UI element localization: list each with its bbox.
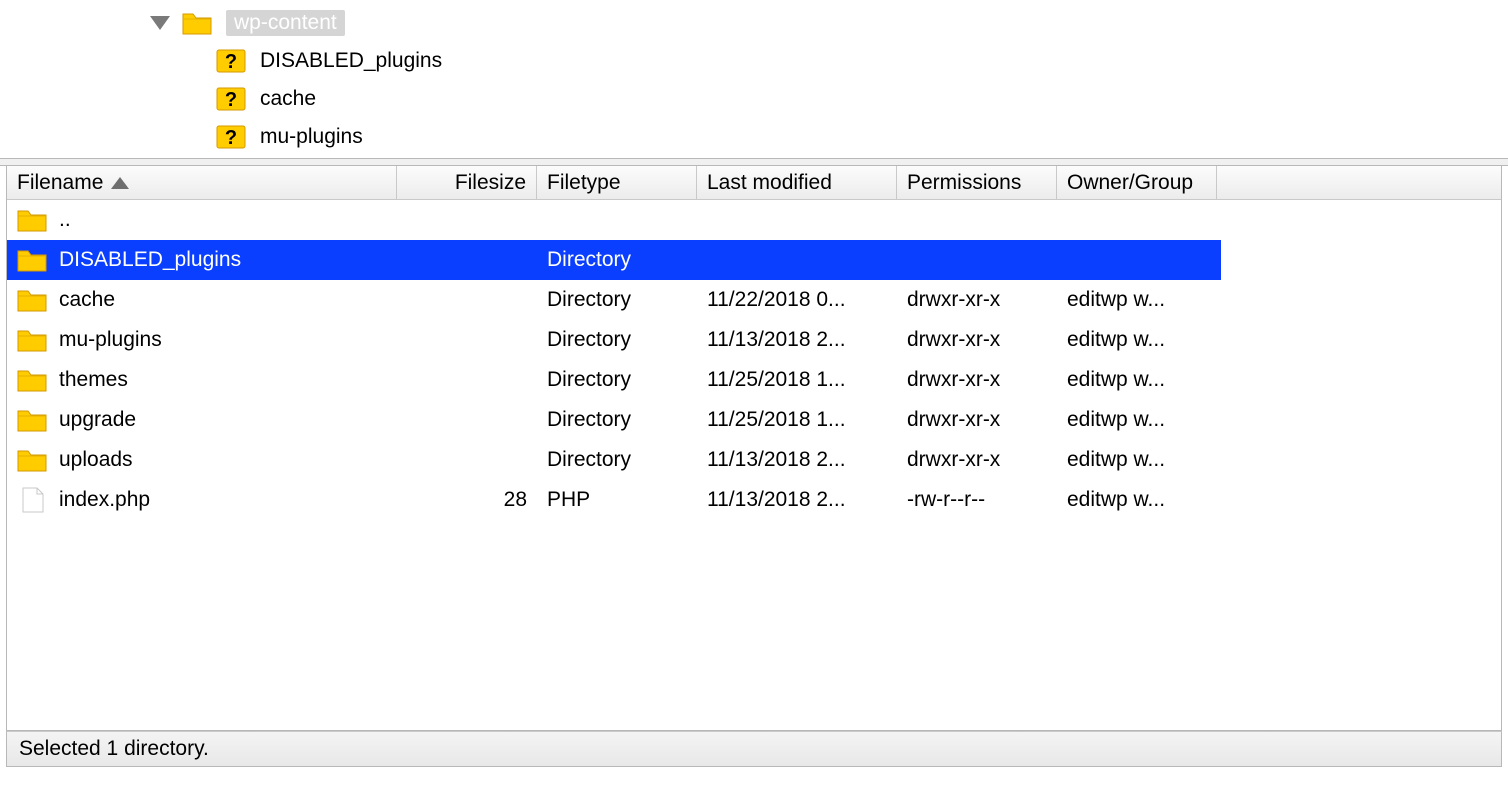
file-row[interactable]: mu-plugins Directory 11/13/2018 2... drwxr-… <box>7 320 1221 360</box>
file-type: Directory <box>547 248 631 272</box>
file-date: 11/13/2018 2... <box>707 448 846 472</box>
status-bar: Selected 1 directory. <box>6 731 1502 767</box>
svg-text:?: ? <box>225 51 237 73</box>
file-permissions: drwxr-xr-x <box>907 288 1000 312</box>
column-header-filesize[interactable]: Filesize <box>397 166 537 199</box>
column-header-filename[interactable]: Filename <box>7 166 397 199</box>
status-text: Selected 1 directory. <box>19 737 209 761</box>
sort-ascending-icon <box>111 177 129 189</box>
file-permissions: drwxr-xr-x <box>907 368 1000 392</box>
column-header-permissions[interactable]: Permissions <box>897 166 1057 199</box>
file-row[interactable]: DISABLED_plugins Directory <box>7 240 1221 280</box>
folder-icon <box>17 367 47 393</box>
file-permissions: drwxr-xr-x <box>907 448 1000 472</box>
folder-icon <box>17 207 47 233</box>
file-name: .. <box>59 208 71 232</box>
chevron-down-icon[interactable] <box>150 16 170 30</box>
file-type: Directory <box>547 408 631 432</box>
unknown-folder-icon: ? <box>216 86 246 112</box>
tree-label: cache <box>260 87 316 111</box>
folder-icon <box>17 287 47 313</box>
column-label: Filesize <box>455 171 526 195</box>
file-permissions: -rw-r--r-- <box>907 488 985 512</box>
file-name: mu-plugins <box>59 328 162 352</box>
tree-label: mu-plugins <box>260 125 363 149</box>
unknown-folder-icon: ? <box>216 124 246 150</box>
column-header-spacer <box>1217 166 1501 199</box>
file-date: 11/25/2018 1... <box>707 368 846 392</box>
file-type: Directory <box>547 288 631 312</box>
file-owner: editwp w... <box>1067 488 1165 512</box>
file-row[interactable]: .. <box>7 200 1221 240</box>
folder-icon <box>182 10 212 36</box>
file-rows-area[interactable]: .. DISABLED_plugins Directory cache Director… <box>7 200 1501 730</box>
folder-icon <box>17 447 47 473</box>
tree-item[interactable]: ? mu-plugins <box>0 118 1508 156</box>
file-row[interactable]: upgrade Directory 11/25/2018 1... drwxr-xr-… <box>7 400 1221 440</box>
file-type: Directory <box>547 328 631 352</box>
column-label: Last modified <box>707 171 832 195</box>
file-type: Directory <box>547 448 631 472</box>
file-type: PHP <box>547 488 590 512</box>
file-owner: editwp w... <box>1067 368 1165 392</box>
column-header-row: Filename Filesize Filetype Last modified… <box>7 166 1501 200</box>
file-owner: editwp w... <box>1067 288 1165 312</box>
column-header-filetype[interactable]: Filetype <box>537 166 697 199</box>
tree-item-wp-content[interactable]: wp-content <box>0 4 1508 42</box>
unknown-folder-icon: ? <box>216 48 246 74</box>
file-name: index.php <box>59 488 150 512</box>
file-date: 11/25/2018 1... <box>707 408 846 432</box>
tree-label: wp-content <box>226 10 345 36</box>
file-list-pane: Filename Filesize Filetype Last modified… <box>6 166 1502 731</box>
tree-label: DISABLED_plugins <box>260 49 442 73</box>
column-label: Owner/Group <box>1067 171 1193 195</box>
file-owner: editwp w... <box>1067 448 1165 472</box>
column-header-last-modified[interactable]: Last modified <box>697 166 897 199</box>
file-type: Directory <box>547 368 631 392</box>
file-name: themes <box>59 368 128 392</box>
file-row[interactable]: themes Directory 11/25/2018 1... drwxr-xr-x… <box>7 360 1221 400</box>
file-name: DISABLED_plugins <box>59 248 241 272</box>
file-name: upgrade <box>59 408 136 432</box>
svg-text:?: ? <box>225 127 237 149</box>
file-permissions: drwxr-xr-x <box>907 328 1000 352</box>
file-row[interactable]: index.php 28 PHP 11/13/2018 2... -rw-r--r-- e… <box>7 480 1221 520</box>
column-label: Filename <box>17 171 103 195</box>
file-permissions: drwxr-xr-x <box>907 408 1000 432</box>
file-owner: editwp w... <box>1067 408 1165 432</box>
file-date: 11/13/2018 2... <box>707 328 846 352</box>
file-size: 28 <box>504 488 527 512</box>
column-header-owner-group[interactable]: Owner/Group <box>1057 166 1217 199</box>
directory-tree-pane: wp-content ? DISABLED_plugins? cache? mu-pl… <box>0 0 1508 158</box>
tree-item[interactable]: ? cache <box>0 80 1508 118</box>
column-label: Filetype <box>547 171 621 195</box>
svg-text:?: ? <box>225 89 237 111</box>
file-icon <box>17 487 47 513</box>
pane-splitter[interactable] <box>0 158 1508 166</box>
column-label: Permissions <box>907 171 1021 195</box>
file-date: 11/22/2018 0... <box>707 288 846 312</box>
file-name: cache <box>59 288 115 312</box>
tree-item[interactable]: ? DISABLED_plugins <box>0 42 1508 80</box>
file-date: 11/13/2018 2... <box>707 488 846 512</box>
file-owner: editwp w... <box>1067 328 1165 352</box>
file-row[interactable]: uploads Directory 11/13/2018 2... drwxr-xr-… <box>7 440 1221 480</box>
folder-icon <box>17 407 47 433</box>
file-row[interactable]: cache Directory 11/22/2018 0... drwxr-xr-x e… <box>7 280 1221 320</box>
file-name: uploads <box>59 448 133 472</box>
folder-icon <box>17 327 47 353</box>
folder-icon <box>17 247 47 273</box>
